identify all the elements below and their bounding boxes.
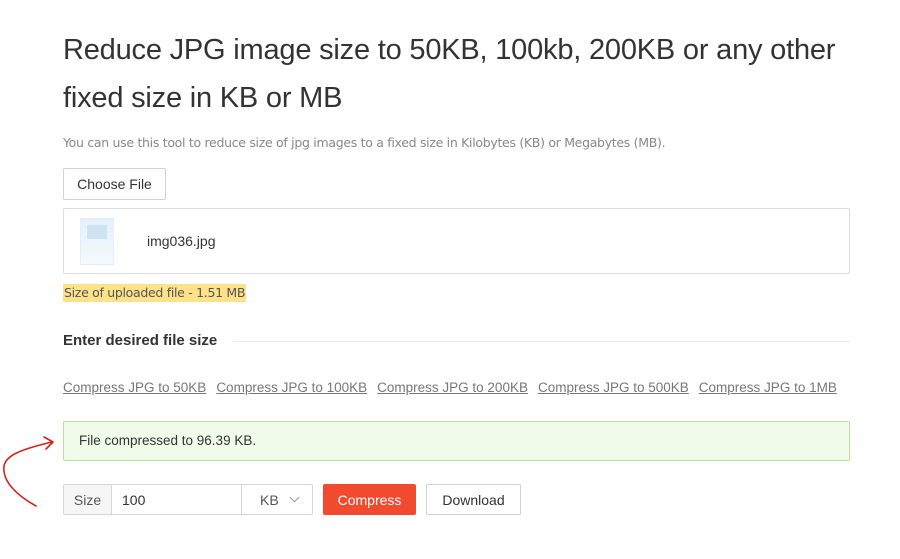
size-input-group: Size KB <box>63 484 313 515</box>
link-compress-50kb[interactable]: Compress JPG to 50KB <box>63 380 206 395</box>
compress-button[interactable]: Compress <box>323 484 416 515</box>
unit-value: KB <box>260 491 279 508</box>
link-compress-500kb[interactable]: Compress JPG to 500KB <box>538 380 689 395</box>
uploaded-file-card: img036.jpg <box>63 208 850 274</box>
size-input[interactable] <box>112 485 242 514</box>
page-title: Reduce JPG image size to 50KB, 100kb, 20… <box>63 34 836 114</box>
preset-links: Compress JPG to 50KB Compress JPG to 100… <box>63 380 837 395</box>
link-compress-100kb[interactable]: Compress JPG to 100KB <box>216 380 367 395</box>
download-button[interactable]: Download <box>426 484 521 515</box>
annotation-arrow-icon <box>3 436 54 507</box>
image-thumbnail-icon <box>80 218 114 265</box>
file-name: img036.jpg <box>147 233 216 249</box>
uploaded-size-note: Size of uploaded file - 1.51 MB <box>63 284 247 302</box>
section-divider <box>233 341 850 342</box>
size-label: Size <box>64 485 112 514</box>
unit-select[interactable]: KB <box>242 485 312 514</box>
chevron-down-icon <box>289 492 300 503</box>
section-heading: Enter desired file size <box>63 332 218 349</box>
choose-file-button[interactable]: Choose File <box>63 168 166 200</box>
link-compress-1mb[interactable]: Compress JPG to 1MB <box>699 380 837 395</box>
page-description: You can use this tool to reduce size of … <box>63 135 666 150</box>
success-message: File compressed to 96.39 KB. <box>63 421 850 461</box>
link-compress-200kb[interactable]: Compress JPG to 200KB <box>377 380 528 395</box>
